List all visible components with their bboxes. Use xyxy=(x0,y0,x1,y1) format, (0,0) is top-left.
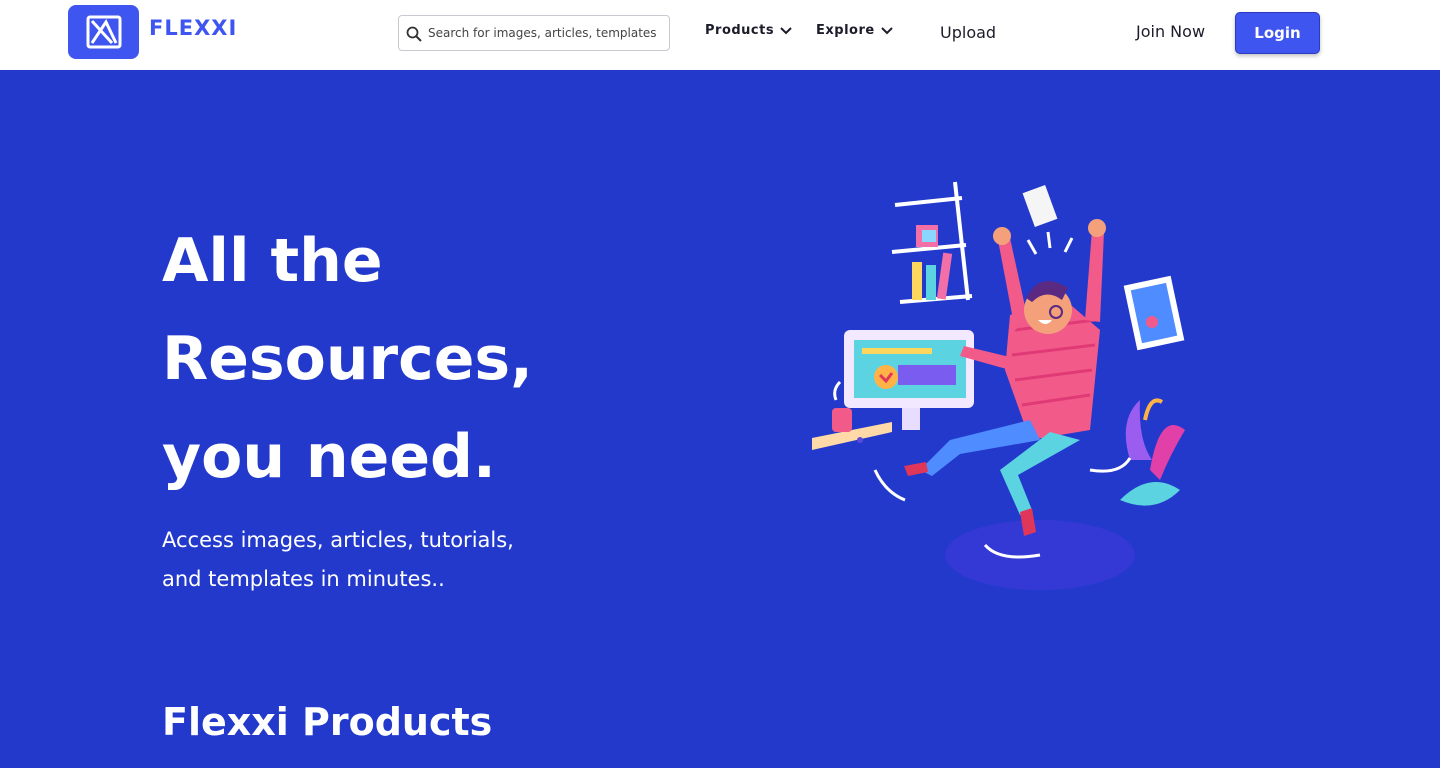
nav-explore-menu[interactable]: Explore xyxy=(816,23,893,38)
hero-subtitle-line: and templates in minutes.. xyxy=(162,567,445,591)
login-button[interactable]: Login xyxy=(1235,12,1320,54)
brand-name[interactable]: FLEXXI xyxy=(149,16,237,40)
chevron-down-icon xyxy=(780,26,792,34)
hero-subtitle-line: Access images, articles, tutorials, xyxy=(162,528,514,552)
join-now-link[interactable]: Join Now xyxy=(1136,22,1205,41)
search-box[interactable] xyxy=(398,15,670,51)
hero-title-line: All the xyxy=(162,226,383,296)
products-section-title: Flexxi Products xyxy=(162,700,493,744)
person-celebrating-at-computer-illustration xyxy=(812,181,1185,590)
hero-title-line: you need. xyxy=(162,422,496,492)
nav-products-label: Products xyxy=(705,23,775,38)
hero-title: All the Resources, you need. xyxy=(162,212,642,506)
flexxi-logo-icon[interactable] xyxy=(68,5,139,59)
nav-products-menu[interactable]: Products xyxy=(705,23,792,38)
chevron-down-icon xyxy=(880,26,893,34)
nav-explore-label: Explore xyxy=(816,23,875,38)
search-icon xyxy=(406,26,422,42)
search-input[interactable] xyxy=(428,16,660,50)
top-nav-bar: FLEXXI Products Explore Upload Join Now … xyxy=(0,0,1440,70)
hero-subtitle: Access images, articles, tutorials, and … xyxy=(162,521,582,599)
nav-upload-link[interactable]: Upload xyxy=(940,23,996,42)
hero-title-line: Resources, xyxy=(162,324,533,394)
